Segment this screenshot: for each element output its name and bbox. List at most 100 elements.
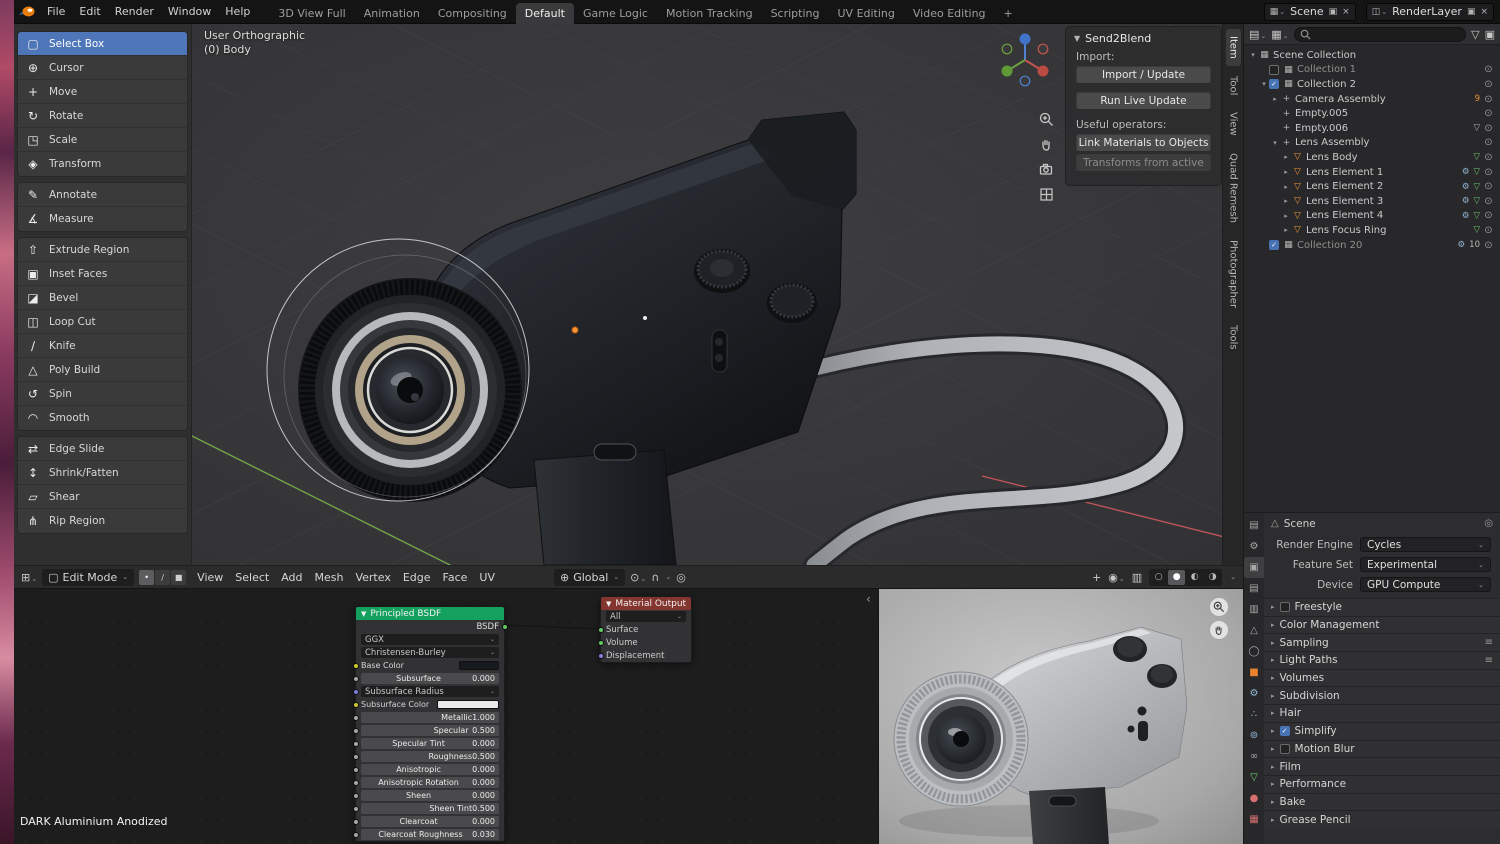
camera-dial-2[interactable]: [767, 283, 817, 323]
tool-cursor[interactable]: ⊕ Cursor: [18, 56, 187, 80]
viewport-menu-select[interactable]: Select: [229, 569, 275, 586]
principled-bsdf-node[interactable]: ▼ Principled BSDF BSDF GGX ⌄ Christensen…: [352, 606, 508, 842]
link-materials-button[interactable]: Link Materials to Objects: [1076, 134, 1211, 152]
viewport-menu-mesh[interactable]: Mesh: [309, 569, 350, 586]
expand-icon[interactable]: ▸: [1281, 212, 1291, 220]
workspace-tab-motion-tracking[interactable]: Motion Tracking: [657, 3, 762, 24]
sidebar-tab-tool[interactable]: Tool: [1226, 69, 1241, 102]
proportional-editing-icon[interactable]: ◎: [676, 571, 686, 584]
eye-icon[interactable]: ⊙: [1480, 240, 1497, 251]
expand-icon[interactable]: ▸: [1270, 95, 1280, 103]
outliner-row-lens-focus-ring[interactable]: ▸ ▽ Lens Focus Ring ▽ ⊙: [1244, 223, 1500, 238]
input-socket[interactable]: [352, 727, 359, 734]
prop-section-performance[interactable]: ▸ Performance: [1264, 774, 1500, 793]
outliner-row-lens-element-2[interactable]: ▸ ▽ Lens Element 2 ⚙ ▽ ⊙: [1244, 179, 1500, 194]
expand-icon[interactable]: ▾: [1259, 80, 1269, 88]
new-render-layer-icon[interactable]: ▣: [1467, 7, 1476, 17]
target-dropdown[interactable]: All ⌄: [606, 611, 686, 622]
tool-edge-slide[interactable]: ⇄ Edge Slide: [18, 437, 187, 461]
new-collection-icon[interactable]: ▣: [1485, 28, 1495, 41]
tool-rip-region[interactable]: ⋔ Rip Region: [18, 509, 187, 533]
outliner-row-empty-005[interactable]: + Empty.005 ⊙: [1244, 106, 1500, 121]
color-swatch-subsurface-color[interactable]: [437, 700, 499, 709]
properties-tab-view-layer[interactable]: ▥: [1244, 599, 1264, 620]
tool-loop-cut[interactable]: ◫ Loop Cut: [18, 310, 187, 334]
editor-type-icon[interactable]: ⊞⌄: [21, 571, 37, 584]
viewport-menu-edge[interactable]: Edge: [397, 569, 437, 586]
expand-icon[interactable]: ▸: [1281, 226, 1291, 234]
menu-render[interactable]: Render: [108, 2, 161, 21]
grid-view-icon[interactable]: [1037, 185, 1055, 203]
color-swatch-base-color[interactable]: [459, 661, 499, 670]
edge-select-button[interactable]: ∕: [155, 569, 171, 585]
slider-anisotropic[interactable]: Anisotropic 0.000: [361, 764, 499, 775]
prop-section-color-management[interactable]: ▸ Color Management: [1264, 615, 1500, 634]
tool-measure[interactable]: ∡ Measure: [18, 207, 187, 231]
tool-scale[interactable]: ◳ Scale: [18, 128, 187, 152]
input-socket[interactable]: [352, 779, 359, 786]
slider-sheen[interactable]: Sheen 0.000: [361, 790, 499, 801]
slider-clearcoat-roughness[interactable]: Clearcoat Roughness 0.030: [361, 829, 499, 840]
sidebar-tab-item[interactable]: Item: [1225, 29, 1241, 66]
outliner-row-lens-element-4[interactable]: ▸ ▽ Lens Element 4 ⚙ ▽ ⊙: [1244, 209, 1500, 224]
slider-specular-tint[interactable]: Specular Tint 0.000: [361, 738, 499, 749]
properties-tab-render[interactable]: ▣: [1244, 557, 1264, 578]
properties-tab-physics[interactable]: ⊚: [1244, 725, 1264, 746]
properties-tab-tool[interactable]: ⚙: [1244, 536, 1264, 557]
properties-tab-object-data[interactable]: ▽: [1244, 767, 1264, 788]
section-checkbox[interactable]: ✓: [1279, 726, 1290, 737]
properties-tab-material[interactable]: ●: [1244, 788, 1264, 809]
eye-icon[interactable]: ⊙: [1480, 210, 1497, 221]
eye-icon[interactable]: ⊙: [1480, 152, 1497, 163]
slider-subsurface[interactable]: Subsurface 0.000: [361, 673, 499, 684]
distribution-dropdown[interactable]: GGX ⌄: [361, 634, 499, 645]
prop-section-grease-pencil[interactable]: ▸ Grease Pencil: [1264, 810, 1500, 828]
properties-tab-modifiers[interactable]: ⚙: [1244, 683, 1264, 704]
tool-smooth[interactable]: ◠ Smooth: [18, 406, 187, 430]
eye-icon[interactable]: ⊙: [1480, 123, 1497, 134]
pivot-point-icon[interactable]: ⊙⌄: [630, 571, 646, 584]
expand-icon[interactable]: ▾: [1270, 139, 1280, 147]
region-collapse-arrow[interactable]: ‹: [866, 592, 871, 606]
viewport-menu-vertex[interactable]: Vertex: [349, 569, 396, 586]
tool-poly-build[interactable]: △ Poly Build: [18, 358, 187, 382]
slider-roughness[interactable]: Roughness 0.500: [361, 751, 499, 762]
camera-dial-1[interactable]: [694, 249, 750, 293]
workspace-tab-video-editing[interactable]: Video Editing: [904, 3, 995, 24]
sidebar-tab-tools[interactable]: Tools: [1226, 318, 1241, 357]
outliner-row-lens-element-3[interactable]: ▸ ▽ Lens Element 3 ⚙ ▽ ⊙: [1244, 194, 1500, 209]
panel-header[interactable]: ▼ Send2Blend: [1066, 29, 1221, 48]
show-gizmo-icon[interactable]: +: [1092, 571, 1101, 584]
import-update-button[interactable]: Import / Update: [1076, 66, 1211, 84]
input-socket[interactable]: [352, 792, 359, 799]
outliner-row-collection-2[interactable]: ▾ ✓ ▦ Collection 2 ⊙: [1244, 77, 1500, 92]
eye-icon[interactable]: ⊙: [1480, 94, 1497, 105]
tool-annotate[interactable]: ✎ Annotate: [18, 183, 187, 207]
prop-section-film[interactable]: ▸ Film: [1264, 757, 1500, 775]
tool-move[interactable]: + Move: [18, 80, 187, 104]
pin-icon[interactable]: ◎: [1484, 518, 1493, 529]
editor-type-icon[interactable]: ▤⌄: [1249, 28, 1266, 41]
workspace-tab-[interactable]: +: [995, 3, 1022, 24]
render-layer-selector[interactable]: ◫⌄ RenderLayer ▣ ×: [1365, 2, 1494, 21]
tool-shear[interactable]: ▱ Shear: [18, 485, 187, 509]
menu-window[interactable]: Window: [161, 2, 218, 21]
prop-section-freestyle[interactable]: ▸ Freestyle: [1264, 598, 1500, 616]
properties-tab-scene[interactable]: △: [1244, 620, 1264, 641]
display-mode-icon[interactable]: ▦⌄: [1271, 28, 1288, 41]
outliner-row-lens-body[interactable]: ▸ ▽ Lens Body ▽ ⊙: [1244, 150, 1500, 165]
shader-editor[interactable]: ▼ Principled BSDF BSDF GGX ⌄ Christensen…: [14, 588, 878, 844]
input-socket[interactable]: [352, 675, 359, 682]
preview-pan-hand-icon[interactable]: [1209, 620, 1229, 640]
camera-view-icon[interactable]: [1037, 160, 1055, 178]
outliner-row-lens-assembly[interactable]: ▾ + Lens Assembly ⊙: [1244, 136, 1500, 151]
tool-inset-faces[interactable]: ▣ Inset Faces: [18, 262, 187, 286]
eye-icon[interactable]: ⊙: [1480, 79, 1497, 90]
viewport-menu-view[interactable]: View: [191, 569, 229, 586]
expand-icon[interactable]: ▸: [1281, 168, 1291, 176]
eye-icon[interactable]: ⊙: [1480, 196, 1497, 207]
workspace-tab-default[interactable]: Default: [515, 2, 574, 24]
new-scene-icon[interactable]: ▣: [1329, 7, 1338, 17]
node-header[interactable]: ▼ Principled BSDF: [356, 607, 504, 620]
slider-anisotropic-rotation[interactable]: Anisotropic Rotation 0.000: [361, 777, 499, 788]
